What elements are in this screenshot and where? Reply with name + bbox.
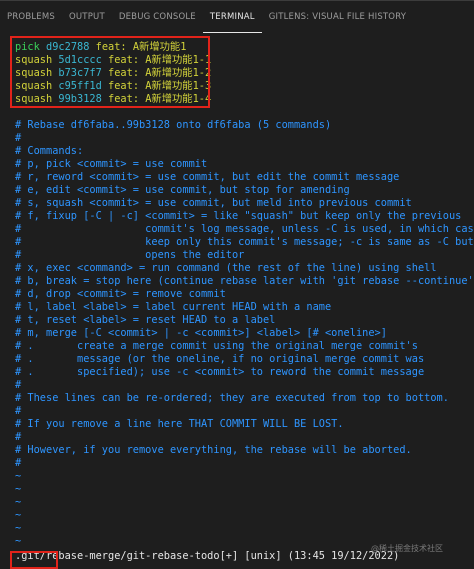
todo-command: squash — [15, 67, 53, 79]
comment-line: # Commands: — [15, 145, 83, 158]
comment-text: # — [15, 132, 22, 144]
tab-output[interactable]: OUTPUT — [62, 1, 112, 33]
empty-line-marker: ~ — [15, 522, 21, 535]
commit-hash: d9c2788 — [46, 41, 90, 53]
comment-line: # b, break = stop here (continue rebase … — [15, 275, 474, 288]
empty-line-marker: ~ — [15, 496, 21, 509]
comment-line: # — [15, 457, 21, 470]
comment-text: # . create a merge commit using the orig… — [15, 340, 418, 352]
tilde-marker: ~ — [15, 535, 22, 547]
comment-line: # p, pick <commit> = use commit — [15, 158, 207, 171]
tilde-marker: ~ — [15, 470, 22, 482]
panel-tab-bar: PROBLEMS OUTPUT DEBUG CONSOLE TERMINAL G… — [0, 0, 474, 33]
comment-text: # . message (or the oneline, if no origi… — [15, 353, 425, 365]
comment-text: # t, reset <label> = reset HEAD to a lab… — [15, 314, 276, 326]
comment-line: # . message (or the oneline, if no origi… — [15, 353, 424, 366]
comment-line: # These lines can be re-ordered; they ar… — [15, 392, 449, 405]
empty-line-marker: ~ — [15, 483, 21, 496]
terminal-view[interactable]: pick d9c2788 feat: A新增功能1 squash 5d1cccc … — [0, 32, 474, 569]
tilde-marker: ~ — [15, 522, 22, 534]
comment-line: # — [15, 431, 21, 444]
comment-text: # e, edit <commit> = use commit, but sto… — [15, 184, 350, 196]
comment-line: # . create a merge commit using the orig… — [15, 340, 418, 353]
comment-text: # m, merge [-C <commit> | -c <commit>] <… — [15, 327, 387, 339]
tilde-marker: ~ — [15, 496, 22, 508]
vim-command-line: :wq — [15, 564, 34, 569]
comment-line: # If you remove a line here THAT COMMIT … — [15, 418, 344, 431]
tab-debug-console[interactable]: DEBUG CONSOLE — [112, 1, 203, 33]
todo-line: squash 5d1cccc feat: A新增功能1-1 — [15, 54, 211, 67]
comment-text: # If you remove a line here THAT COMMIT … — [15, 418, 344, 430]
comment-text: # — [15, 379, 22, 391]
tilde-marker: ~ — [15, 483, 22, 495]
empty-line-marker: ~ — [15, 535, 21, 548]
comment-line: # x, exec <command> = run command (the r… — [15, 262, 437, 275]
todo-command: squash — [15, 80, 53, 92]
todo-command: pick — [15, 41, 40, 53]
commit-hash: 5d1cccc — [58, 54, 102, 66]
comment-text: # r, reword <commit> = use commit, but e… — [15, 171, 400, 183]
comment-text: # — [15, 431, 22, 443]
comment-line: # — [15, 405, 21, 418]
status-text: .git/rebase-merge/git-rebase-todo[+] [un… — [15, 550, 400, 562]
empty-line-marker: ~ — [15, 509, 21, 522]
comment-line: # d, drop <commit> = remove commit — [15, 288, 226, 301]
commit-message: feat: A新增功能1-1 — [108, 54, 212, 66]
watermark: @稀土掘金技术社区 — [371, 544, 443, 553]
tab-terminal[interactable]: TERMINAL — [202, 1, 262, 33]
comment-line: # e, edit <commit> = use commit, but sto… — [15, 184, 350, 197]
command-input: :wq — [15, 564, 34, 569]
todo-line: squash 99b3128 feat: A新增功能1-4 — [15, 93, 211, 106]
comment-text: # However, if you remove everything, the… — [15, 444, 412, 456]
comment-line: # m, merge [-C <commit> | -c <commit>] <… — [15, 327, 387, 340]
comment-text: # l, label <label> = label current HEAD … — [15, 301, 332, 313]
todo-line: pick d9c2788 feat: A新增功能1 — [15, 41, 186, 54]
tab-problems[interactable]: PROBLEMS — [0, 1, 62, 33]
todo-line: squash b73c7f7 feat: A新增功能1-2 — [15, 67, 211, 80]
comment-line: # Rebase df6faba..99b3128 onto df6faba (… — [15, 119, 331, 132]
todo-line: squash c95ff1d feat: A新增功能1-3 — [15, 80, 211, 93]
comment-line: # commit's log message, unless -C is use… — [15, 223, 474, 236]
comment-text: # Commands: — [15, 145, 84, 157]
comment-text: # d, drop <commit> = remove commit — [15, 288, 226, 300]
comment-text: # keep only this commit's message; -c is… — [15, 236, 474, 248]
comment-text: # commit's log message, unless -C is use… — [15, 223, 474, 235]
comment-line: # r, reword <commit> = use commit, but e… — [15, 171, 399, 184]
commit-message: feat: A新增功能1-3 — [108, 80, 212, 92]
comment-line: # — [15, 132, 21, 145]
comment-text: # b, break = stop here (continue rebase … — [15, 275, 474, 287]
comment-line: # — [15, 379, 21, 392]
commit-message: feat: A新增功能1-2 — [108, 67, 212, 79]
comment-text: # — [15, 457, 22, 469]
commit-hash: 99b3128 — [58, 93, 102, 105]
comment-text: # x, exec <command> = run command (the r… — [15, 262, 437, 274]
comment-line: # l, label <label> = label current HEAD … — [15, 301, 331, 314]
todo-command: squash — [15, 93, 53, 105]
commit-message: feat: A新增功能1-4 — [108, 93, 212, 105]
comment-line: # t, reset <label> = reset HEAD to a lab… — [15, 314, 275, 327]
todo-command: squash — [15, 54, 53, 66]
comment-line: # keep only this commit's message; -c is… — [15, 236, 474, 249]
empty-line-marker: ~ — [15, 470, 21, 483]
commit-hash: b73c7f7 — [58, 67, 102, 79]
commit-hash: c95ff1d — [58, 80, 102, 92]
comment-text: # These lines can be re-ordered; they ar… — [15, 392, 449, 404]
comment-line: # f, fixup [-C | -c] <commit> = like "sq… — [15, 210, 461, 223]
comment-text: # p, pick <commit> = use commit — [15, 158, 208, 170]
comment-line: # . specified); use -c <commit> to rewor… — [15, 366, 424, 379]
vim-status-line: .git/rebase-merge/git-rebase-todo[+] [un… — [15, 550, 399, 563]
comment-text: # f, fixup [-C | -c] <commit> = like "sq… — [15, 210, 462, 222]
comment-line: # However, if you remove everything, the… — [15, 444, 412, 457]
commit-message: feat: A新增功能1 — [95, 41, 187, 53]
comment-text: # s, squash <commit> = use commit, but m… — [15, 197, 412, 209]
comment-text: # opens the editor — [15, 249, 245, 261]
comment-text: # Rebase df6faba..99b3128 onto df6faba (… — [15, 119, 332, 131]
tilde-marker: ~ — [15, 509, 22, 521]
comment-text: # — [15, 405, 22, 417]
tab-gitlens-visual-file-history[interactable]: GITLENS: VISUAL FILE HISTORY — [262, 1, 413, 33]
comment-text: # . specified); use -c <commit> to rewor… — [15, 366, 425, 378]
comment-line: # opens the editor — [15, 249, 244, 262]
comment-line: # s, squash <commit> = use commit, but m… — [15, 197, 412, 210]
